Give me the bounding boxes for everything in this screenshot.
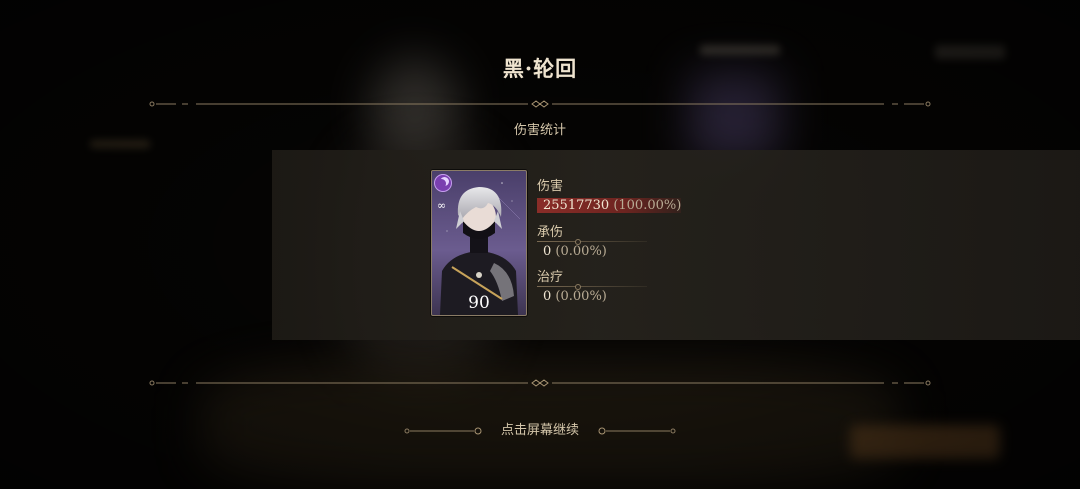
stage-title: 黑·轮回 [502, 56, 578, 81]
heal-label: 治疗 [537, 270, 564, 285]
link-icon: ∞ [437, 199, 447, 212]
stat-heal: 治疗 0 (0.00%) [537, 270, 647, 304]
taken-divider [537, 239, 647, 245]
section-title: 伤害统计 [513, 123, 566, 138]
tap-to-continue[interactable]: 点击屏幕继续 [0, 419, 1080, 438]
damage-percent: (100.00%) [613, 198, 682, 213]
taken-value-row: 0 (0.00%) [537, 244, 647, 259]
character-card[interactable]: ∞ 90 [431, 170, 527, 316]
stat-taken: 承伤 0 (0.00%) [537, 225, 647, 259]
bottom-divider [148, 378, 932, 388]
heal-percent: (0.00%) [555, 289, 607, 304]
top-divider [148, 99, 932, 109]
damage-label: 伤害 [537, 179, 564, 194]
stat-damage: 伤害 25517730 (100.00%) [537, 179, 682, 213]
heal-value: 0 [543, 289, 552, 304]
heal-divider [537, 284, 647, 290]
character-level: 90 [468, 293, 490, 313]
result-panel [272, 150, 1080, 340]
taken-value: 0 [543, 244, 552, 259]
heal-value-row: 0 (0.00%) [537, 289, 647, 304]
taken-percent: (0.00%) [555, 244, 607, 259]
damage-value: 25517730 [543, 198, 610, 213]
continue-deco-right [596, 421, 676, 435]
damage-value-row: 25517730 (100.00%) [537, 198, 682, 213]
moon-icon [434, 174, 452, 192]
taken-label: 承伤 [537, 225, 564, 240]
